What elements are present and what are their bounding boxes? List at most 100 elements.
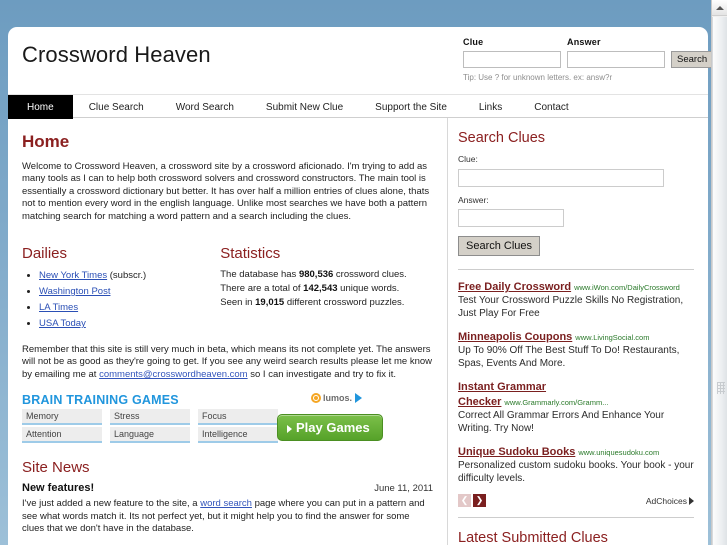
stat-prefix: Seen in [220,297,256,309]
site-news-heading: Site News [22,459,90,477]
ad-unit[interactable]: Minneapolis Coupons www.LivingSocial.com … [458,329,694,370]
word-search-link[interactable]: word search [200,498,252,509]
lumosity-cell-attention[interactable]: Attention [22,427,102,444]
nav-item-word-search[interactable]: Word Search [160,95,250,119]
sidebar-clue-input[interactable] [458,168,664,187]
nav-item-support-the-site[interactable]: Support the Site [359,95,463,119]
sidebar-answer-input[interactable] [458,209,564,227]
header-search-tip: Tip: Use ? for unknown letters. ex: answ… [463,73,613,82]
stat-suffix: different crossword puzzles. [284,297,405,309]
header-clue-label: Clue [463,37,484,47]
stat-prefix: The database has [220,269,299,281]
ad-url: www.uniquesudoku.com [578,448,660,457]
statistics-section: Statistics The database has 980,536 cros… [220,231,433,332]
site-header: Crossword Heaven Clue Answer Search Tip:… [8,27,711,94]
dailies-section: Dailies New York Times (subscr.) Washing… [22,231,220,332]
ad-description: Correct All Grammar Errors And Enhance Y… [458,410,665,434]
stat-prefix: There are a total of [220,283,304,295]
ad-prev-arrow-icon[interactable]: ❮ [458,494,471,507]
ad-flag-icon[interactable] [355,393,362,404]
statistics-row: There are a total of 142,543 unique word… [220,282,433,296]
ad-unit[interactable]: Instant Grammar Checker www.Grammarly.com… [458,379,694,435]
header-answer-label: Answer [567,37,601,47]
list-item: New York Times (subscr.) [39,268,220,284]
main-column: Home Welcome to Crossword Heaven, a cros… [8,118,448,545]
latest-clues-heading: Latest Submitted Clues [458,530,608,545]
browser-scrollbar[interactable] [711,0,727,545]
daily-link-latimes[interactable]: LA Times [39,302,78,313]
ad-url: www.iWon.com/DailyCrossword [574,283,680,292]
stat-suffix: crossword clues. [333,269,407,281]
sidebar-clue-label: Clue: [458,154,478,164]
statistics-row: Seen in 19,015 different crossword puzzl… [220,296,433,310]
ad-title-link[interactable]: Minneapolis Coupons [458,331,572,343]
sidebar-ads-block: Free Daily Crossword www.iWon.com/DailyCr… [458,269,694,507]
scrollbar-thumb[interactable] [712,17,727,545]
lumosity-cell-focus[interactable]: Focus [198,409,278,426]
page-container: Crossword Heaven Clue Answer Search Tip:… [8,27,711,545]
dailies-statistics-row: Dailies New York Times (subscr.) Washing… [22,231,433,332]
ad-title-link[interactable]: Free Daily Crossword [458,281,571,293]
latest-submitted-clues-block: Latest Submitted Clues Clue:Bone in Lati… [458,517,694,545]
lumosity-cell-memory[interactable]: Memory [22,409,102,426]
daily-suffix: (subscr.) [107,270,147,282]
header-search-button[interactable]: Search [671,51,711,68]
statistics-heading: Statistics [220,245,281,263]
adchoices-triangle-icon [689,496,694,505]
list-item: Washington Post [39,284,220,300]
header-search-form: Clue Answer Search Tip: Use ? for unknow… [463,37,711,82]
ad-pager: ❮ ❯ [458,494,486,507]
ad-url: www.LivingSocial.com [575,333,650,342]
content-wrapper: Home Welcome to Crossword Heaven, a cros… [8,118,708,545]
daily-link-wapo[interactable]: Washington Post [39,286,110,297]
beta-note-text-2: so I can investigate and try to fix it. [247,368,396,380]
ad-description: Personalized custom sudoku books. Your b… [458,460,694,484]
lumosity-ring-icon [310,393,321,404]
scrollbar-grip-icon [717,382,725,394]
page-root: Crossword Heaven Clue Answer Search Tip:… [0,0,711,545]
beta-note: Remember that this site is still very mu… [22,344,433,381]
ad-unit[interactable]: Free Daily Crossword www.iWon.com/DailyCr… [458,279,694,320]
scrollbar-up-button[interactable] [712,0,727,16]
lumosity-cell-stress[interactable]: Stress [110,409,190,426]
statistics-row: The database has 980,536 crossword clues… [220,268,433,282]
header-clue-input[interactable] [463,51,561,68]
search-clues-button[interactable]: Search Clues [458,236,541,256]
ad-next-arrow-icon[interactable]: ❯ [473,494,486,507]
nav-item-home[interactable]: Home [8,95,73,119]
play-games-button[interactable]: Play Games [277,414,383,442]
news-entry-body: I've just added a new feature to the sit… [22,498,433,535]
nav-item-submit-new-clue[interactable]: Submit New Clue [250,95,359,119]
lumosity-cell-intelligence[interactable]: Intelligence [198,427,278,444]
nav-item-contact[interactable]: Contact [518,95,584,119]
stat-value: 980,536 [298,269,334,281]
nav-item-links[interactable]: Links [463,95,518,119]
ad-description: Up To 90% Off The Best Stuff To Do! Rest… [458,345,680,369]
ad-title-link[interactable]: Unique Sudoku Books [458,446,575,458]
sidebar-search-heading: Search Clues [458,130,546,146]
header-answer-input[interactable] [567,51,665,68]
play-caret-icon [287,424,292,433]
lumosity-ad-banner[interactable]: BRAIN TRAINING GAMES lumos. Memory Stres… [22,393,442,451]
main-navigation: Home Clue Search Word Search Submit New … [8,94,708,119]
header-answer-field-group: Answer [567,37,665,68]
news-body-pre: I've just added a new feature to the sit… [22,498,201,510]
lumosity-brand-text: lumos. [322,393,352,404]
dailies-list: New York Times (subscr.) Washington Post… [22,268,220,332]
daily-link-nyt[interactable]: New York Times [39,270,107,281]
news-entry-header: New features! June 11, 2011 [22,482,433,494]
header-clue-field-group: Clue [463,37,561,68]
nav-item-clue-search[interactable]: Clue Search [73,95,160,119]
adchoices-link[interactable]: AdChoices [646,496,694,506]
stat-value: 142,543 [303,283,338,295]
ad-head: Instant Grammar Checker www.Grammarly.com… [458,379,694,409]
contact-email-link[interactable]: comments@crosswordheaven.com [99,369,248,380]
ad-url: www.Grammarly.com/Gramm... [504,398,609,407]
sidebar-answer-label: Answer: [458,194,489,205]
ad-unit[interactable]: Unique Sudoku Books www.uniquesudoku.com … [458,444,694,485]
lumosity-cell-language[interactable]: Language [110,427,190,444]
site-title: Crossword Heaven [22,42,211,67]
ad-head: Free Daily Crossword www.iWon.com/DailyCr… [458,279,694,294]
ad-description: Test Your Crossword Puzzle Skills No Reg… [458,295,684,319]
daily-link-usatoday[interactable]: USA Today [39,318,86,329]
